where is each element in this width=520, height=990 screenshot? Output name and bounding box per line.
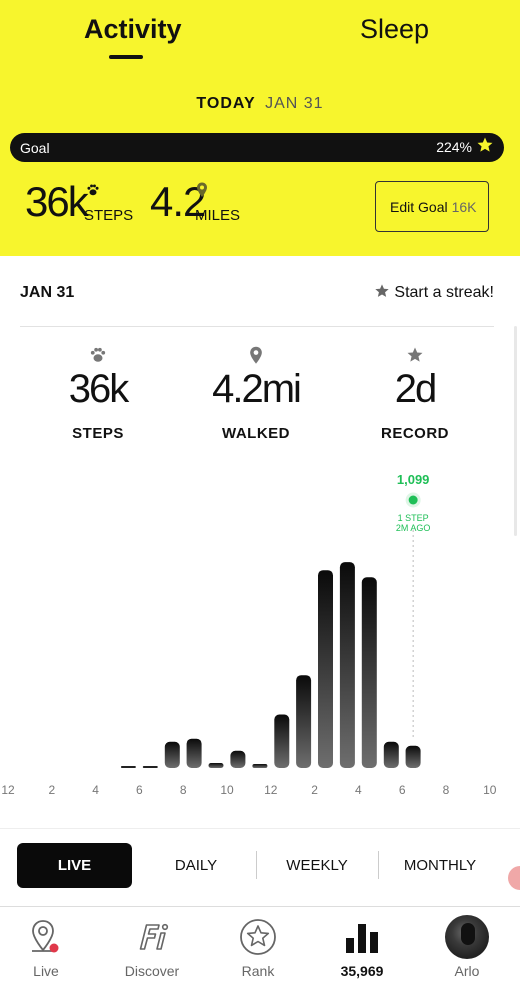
x-tick-label: 4 xyxy=(355,783,362,797)
period-live-button[interactable]: LIVE xyxy=(17,843,132,888)
goal-percent: 224% xyxy=(436,139,472,155)
goal-progress-bar: Goal 224% xyxy=(10,133,504,162)
nav-discover[interactable]: Discover xyxy=(107,915,197,979)
x-tick-label: 10 xyxy=(220,783,234,797)
period-selector: LIVE DAILY WEEKLY MONTHLY xyxy=(0,828,520,906)
bar-chart-icon xyxy=(346,924,378,953)
chart-bar xyxy=(296,675,312,768)
paw-icon xyxy=(90,347,106,362)
edit-goal-button[interactable]: Edit Goal 16K xyxy=(375,181,489,232)
period-monthly-button[interactable]: MONTHLY xyxy=(382,843,498,888)
nav-arlo-label: Arlo xyxy=(454,963,480,979)
active-tab-indicator xyxy=(109,55,143,59)
x-tick-label: 2 xyxy=(48,783,55,797)
divider xyxy=(256,851,257,879)
stat-walked: 4.2mi WALKED xyxy=(191,345,321,442)
nav-profile[interactable]: Arlo xyxy=(422,915,512,979)
star-icon xyxy=(407,347,423,362)
star-badge-icon xyxy=(240,919,276,955)
stat-record: 2d RECORD xyxy=(350,345,480,442)
nav-count-label: 35,969 xyxy=(340,963,384,979)
location-pin-icon xyxy=(250,346,262,364)
today-date: JAN 31 xyxy=(265,95,324,112)
stat-steps-label: STEPS xyxy=(72,425,124,442)
annotation-dot xyxy=(408,495,418,505)
day-date: JAN 31 xyxy=(20,284,75,301)
chart-bar xyxy=(142,766,158,768)
chart-bar xyxy=(186,738,202,768)
x-tick-label: 2 xyxy=(311,783,318,797)
summary-steps-unit: STEPS xyxy=(84,207,134,224)
chart-bar xyxy=(405,745,421,768)
fi-logo-icon xyxy=(139,923,169,950)
chart-bar xyxy=(339,562,355,768)
streak-text: Start a streak! xyxy=(394,284,494,301)
annotation-line2: 2M AGO xyxy=(396,523,431,533)
nav-discover-label: Discover xyxy=(124,963,180,979)
x-tick-label: 10 xyxy=(483,783,497,797)
today-text: TODAY xyxy=(196,95,256,112)
x-tick-label: 8 xyxy=(180,783,187,797)
x-tick-label: 8 xyxy=(443,783,450,797)
chart-bar xyxy=(230,750,246,768)
nav-rank[interactable]: Rank xyxy=(213,915,303,979)
start-streak-link[interactable]: Start a streak! xyxy=(374,283,494,302)
x-tick-label: 6 xyxy=(399,783,406,797)
x-tick-label: 12 xyxy=(264,783,278,797)
chart-bar xyxy=(120,766,136,768)
edit-goal-label: Edit Goal xyxy=(390,198,448,215)
bottom-nav: Live Discover Rank 35,969 Arlo xyxy=(0,906,520,990)
chart-bar xyxy=(208,763,224,768)
summary-steps-value: 36k xyxy=(25,178,89,225)
today-label: TODAY JAN 31 xyxy=(0,95,520,113)
nav-activity[interactable]: 35,969 xyxy=(317,915,407,979)
tab-sleep[interactable]: Sleep xyxy=(360,14,429,45)
tab-activity[interactable]: Activity xyxy=(84,14,182,45)
star-icon xyxy=(477,137,493,152)
map-pin-icon xyxy=(32,920,59,953)
edit-goal-value: 16K xyxy=(451,198,477,215)
stat-walked-label: WALKED xyxy=(222,425,290,442)
paw-icon xyxy=(87,184,99,196)
divider xyxy=(378,851,379,879)
chart-bar xyxy=(383,741,399,768)
star-icon xyxy=(375,284,390,297)
goal-label: Goal xyxy=(20,140,50,156)
chart-bar xyxy=(252,764,268,768)
x-tick-label: 6 xyxy=(136,783,143,797)
nav-live[interactable]: Live xyxy=(1,915,91,979)
summary-miles-unit: MILES xyxy=(195,207,241,224)
stat-record-label: RECORD xyxy=(380,425,449,442)
avatar xyxy=(445,915,489,959)
chart-bar xyxy=(318,570,333,768)
period-weekly-button[interactable]: WEEKLY xyxy=(258,843,376,888)
stat-steps-value: 36k xyxy=(68,367,130,411)
annotation-value: 1,099 xyxy=(397,472,430,487)
annotation-line1: 1 STEP xyxy=(398,513,429,523)
x-tick-label: 12 xyxy=(1,783,15,797)
header: Activity Sleep TODAY JAN 31 Goal 224% 36… xyxy=(0,0,520,256)
chart-bar xyxy=(274,714,290,768)
nav-rank-label: Rank xyxy=(241,963,275,979)
chart-bar xyxy=(361,577,377,768)
stat-steps: 36k STEPS xyxy=(33,345,163,442)
divider xyxy=(20,326,494,327)
nav-live-label: Live xyxy=(33,963,59,979)
stat-record-value: 2d xyxy=(394,367,438,411)
stat-walked-value: 4.2mi xyxy=(212,367,302,411)
period-daily-button[interactable]: DAILY xyxy=(140,843,252,888)
hourly-steps-chart[interactable]: 12 2 4 6 8 10 12 2 4 6 8 10 1,099 1 STEP2M AGO xyxy=(0,460,520,810)
location-pin-icon xyxy=(197,182,207,197)
chart-bar xyxy=(164,741,180,768)
x-tick-label: 4 xyxy=(92,783,99,797)
